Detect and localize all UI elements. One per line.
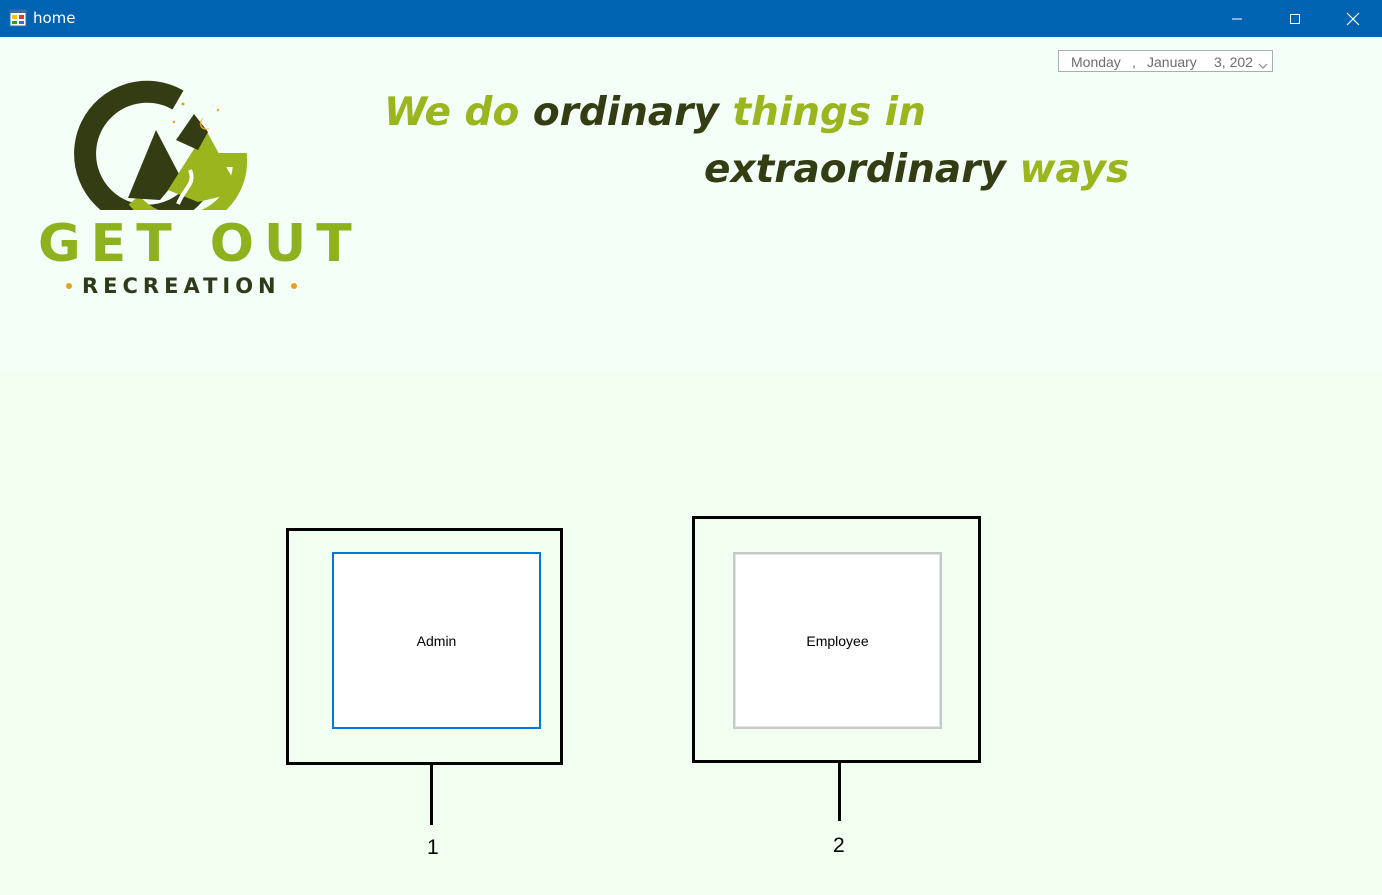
window-titlebar[interactable]: home bbox=[0, 0, 1382, 37]
date-separator: , bbox=[1132, 54, 1136, 70]
logo-dot-icon bbox=[66, 283, 72, 289]
tagline-extraordinary: extraordinary bbox=[704, 147, 1006, 192]
tagline-ordinary: ordinary bbox=[532, 90, 719, 135]
close-button[interactable] bbox=[1324, 0, 1382, 37]
minimize-icon bbox=[1231, 13, 1243, 25]
tagline-we-do: We do bbox=[384, 90, 520, 135]
date-day-year: 3, 202 bbox=[1214, 54, 1253, 70]
logo-text-recreation: RECREATION bbox=[82, 274, 281, 298]
annotation-callout-1: 1 bbox=[427, 836, 439, 859]
logo-recreation-row: RECREATION bbox=[66, 274, 297, 298]
close-icon bbox=[1346, 12, 1360, 26]
tagline-things-in: things in bbox=[732, 90, 926, 135]
logo-text-get-out: GET OUT bbox=[38, 214, 362, 274]
chevron-down-icon[interactable] bbox=[1258, 57, 1268, 73]
maximize-button[interactable] bbox=[1266, 0, 1324, 37]
maximize-icon bbox=[1289, 13, 1301, 25]
admin-button[interactable]: Admin bbox=[332, 552, 541, 729]
annotation-callout-2: 2 bbox=[833, 834, 845, 857]
tagline-line-1: We do ordinary things in bbox=[384, 90, 926, 136]
tagline-ways: ways bbox=[1019, 147, 1130, 192]
date-picker[interactable]: Monday , January 3, 202 bbox=[1058, 50, 1273, 72]
mountain-emblem-icon bbox=[74, 80, 248, 229]
window-title: home bbox=[33, 9, 76, 27]
minimize-button[interactable] bbox=[1208, 0, 1266, 37]
employee-button[interactable]: Employee bbox=[733, 552, 942, 729]
logo-dot-icon bbox=[290, 283, 297, 289]
annotation-leader-2 bbox=[838, 763, 841, 821]
tagline-line-2: extraordinary ways bbox=[704, 147, 1129, 193]
app-form-icon bbox=[9, 9, 27, 27]
date-day: Monday bbox=[1071, 54, 1121, 70]
annotation-leader-1 bbox=[430, 765, 433, 825]
date-month: January bbox=[1147, 54, 1197, 70]
